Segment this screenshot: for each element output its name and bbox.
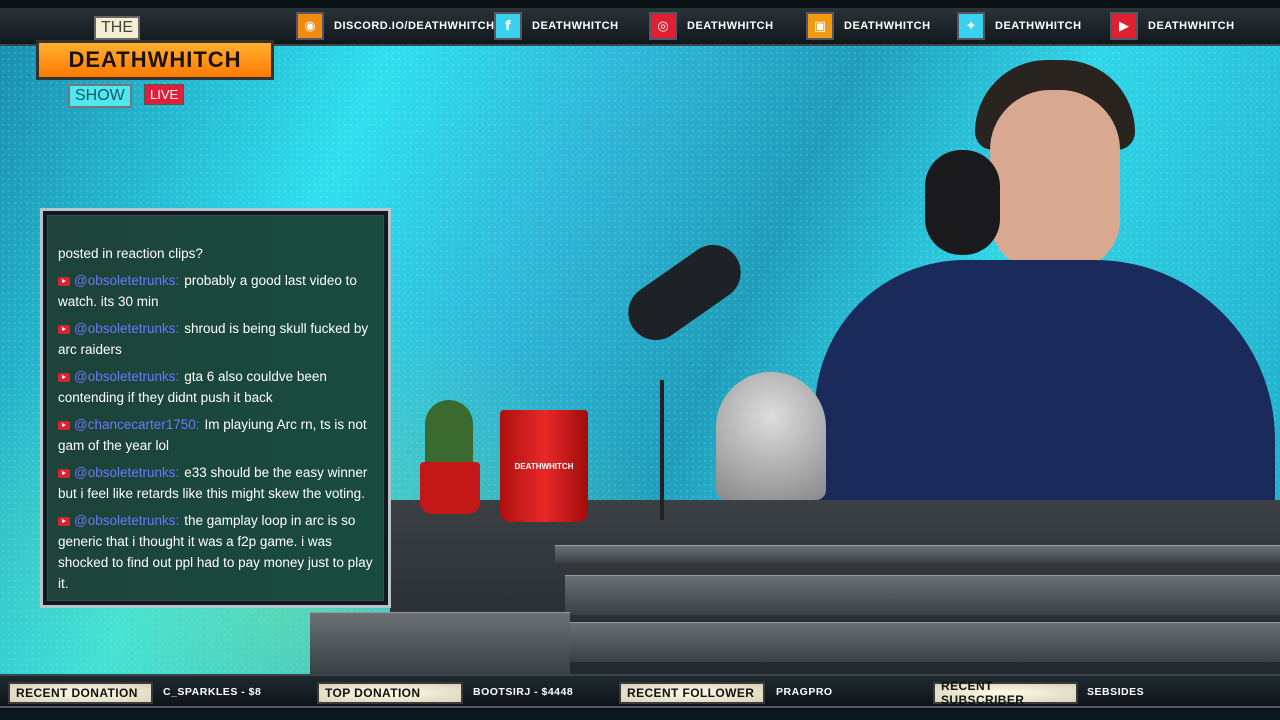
twitter-icon: ✦ [957, 12, 985, 40]
chat-message: @obsoletetrunks: the gamplay loop in arc … [58, 510, 373, 594]
chat-message: @obsoletetrunks: e33 should be the easy w… [58, 462, 373, 504]
social-twitch[interactable]: ▣ DEATHWHITCH [806, 12, 931, 40]
chat-author: @obsoletetrunks: [74, 369, 180, 384]
chat-message: @obsoletetrunks: probably a good last vid… [58, 270, 373, 312]
desk-shelf [565, 575, 1280, 615]
chat-message: @obsoletetrunks: gta 6 also couldve been … [58, 366, 373, 408]
headset [925, 150, 1000, 255]
chat-author: @obsoletetrunks: [74, 513, 180, 528]
chat-text: posted in reaction clips? [58, 246, 203, 261]
top-donation-value: BOOTSIRJ - $4448 [473, 686, 574, 698]
social-youtube[interactable]: ▶ DEATHWHITCH [1110, 12, 1235, 40]
youtube-icon [58, 516, 70, 526]
discord-icon: ◉ [296, 12, 324, 40]
social-discord[interactable]: ◉ DISCORD.IO/DEATHWHITCH [296, 12, 495, 40]
chat-overlay: posted in reaction clips? @obsoletetrunks… [40, 208, 391, 608]
mic-stand [660, 380, 664, 520]
youtube-icon: ▶ [1110, 12, 1138, 40]
recent-donation-value: C_SPARKLES - $8 [163, 686, 262, 698]
facebook-icon: f [494, 12, 522, 40]
mug: DEATHWHITCH [500, 410, 588, 522]
chat-messages: posted in reaction clips? @obsoletetrunks… [58, 237, 373, 594]
chat-message: posted in reaction clips? [58, 243, 373, 264]
social-label: DEATHWHITCH [844, 20, 931, 32]
recent-follower-label: RECENT FOLLOWER [619, 682, 765, 704]
youtube-icon [58, 468, 70, 478]
chat-author: @obsoletetrunks: [74, 321, 180, 336]
chat-author: @obsoletetrunks: [74, 465, 180, 480]
mug-logo: DEATHWHITCH [514, 461, 574, 471]
chat-author: @chancecarter1750: [74, 417, 200, 432]
social-label: DEATHWHITCH [532, 20, 619, 32]
chat-message: @chancecarter1750: Im playiung Arc rn, ts… [58, 414, 373, 456]
social-label: DEATHWHITCH [995, 20, 1082, 32]
logo-title: DEATHWHITCH [36, 40, 274, 80]
youtube-icon [58, 420, 70, 430]
desk-shelf [555, 545, 1280, 563]
microphone-icon [716, 372, 826, 500]
cactus [425, 400, 473, 470]
twitch-icon: ▣ [806, 12, 834, 40]
social-instagram[interactable]: ◎ DEATHWHITCH [649, 12, 774, 40]
social-label: DEATHWHITCH [687, 20, 774, 32]
social-facebook[interactable]: f DEATHWHITCH [494, 12, 619, 40]
instagram-icon: ◎ [649, 12, 677, 40]
recent-follower-value: PRAGPRO [776, 686, 833, 698]
social-label: DEATHWHITCH [1148, 20, 1235, 32]
youtube-icon [58, 324, 70, 334]
desk-shelf [565, 622, 1280, 662]
top-donation-label: TOP DONATION [317, 682, 463, 704]
logo-show: SHOW [68, 84, 132, 108]
stats-bar: RECENT DONATION C_SPARKLES - $8 TOP DONA… [0, 674, 1280, 708]
chat-author: @obsoletetrunks: [74, 273, 180, 288]
youtube-icon [58, 276, 70, 286]
logo-the: THE [94, 16, 140, 40]
recent-subscriber-value: SEBSIDES [1087, 686, 1145, 698]
show-logo: THE DEATHWHITCH SHOW LIVE [36, 14, 276, 114]
recent-subscriber-label: RECENT SUBSCRIBER [933, 679, 1078, 707]
desk-step [310, 612, 570, 674]
streamer-head [990, 90, 1120, 270]
recent-donation-label: RECENT DONATION [8, 682, 153, 704]
social-twitter[interactable]: ✦ DEATHWHITCH [957, 12, 1082, 40]
live-badge: LIVE [144, 84, 185, 105]
chat-message: @obsoletetrunks: shroud is being skull fu… [58, 318, 373, 360]
cactus-pot [420, 462, 480, 514]
youtube-icon [58, 372, 70, 382]
bottom-edge [0, 710, 1280, 720]
social-label: DISCORD.IO/DEATHWHITCH [334, 20, 495, 32]
